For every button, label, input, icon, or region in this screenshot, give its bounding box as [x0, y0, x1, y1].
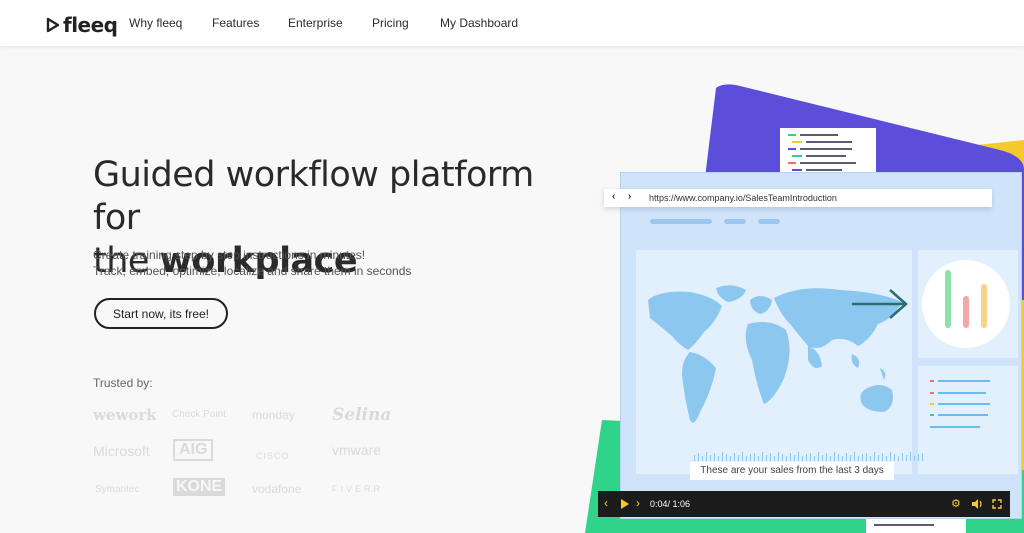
start-now-button[interactable]: Start now, its free! — [94, 298, 228, 329]
play-logo-icon — [46, 17, 60, 33]
settings-gear-icon[interactable]: ⚙ — [951, 497, 961, 510]
brand-logo-vodafone: vodafone — [252, 482, 302, 496]
bar-chart-icon — [945, 270, 951, 328]
nav-pricing[interactable]: Pricing — [372, 16, 409, 30]
trusted-by-label: Trusted by: — [93, 376, 153, 390]
previous-icon[interactable]: ‹ — [604, 496, 608, 510]
url-text: https://www.company.io/SalesTeamIntroduc… — [649, 193, 837, 203]
top-navbar: fleeq Why fleeq Features Enterprise Pric… — [0, 0, 1024, 46]
nav-features[interactable]: Features — [212, 16, 259, 30]
nav-why-fleeq[interactable]: Why fleeq — [129, 16, 182, 30]
browser-url-bar: ‹ › https://www.company.io/SalesTeamIntr… — [604, 189, 992, 207]
video-caption: These are your sales from the last 3 day… — [690, 462, 894, 480]
next-icon[interactable]: › — [636, 496, 640, 510]
nav-my-dashboard[interactable]: My Dashboard — [440, 16, 518, 30]
volume-icon[interactable] — [971, 498, 983, 510]
brand-logo-symantec: Symantec — [95, 484, 140, 495]
video-time: 0:04/ 1:06 — [650, 499, 691, 509]
subtitle-line1: Create training step by step instruction… — [93, 248, 366, 262]
brand-logo-vmware: vmware — [332, 442, 382, 458]
logo[interactable]: fleeq — [46, 13, 118, 37]
brand-logo-wework: wework — [93, 406, 157, 424]
fullscreen-icon[interactable] — [992, 499, 1002, 509]
brand-logo-cisco: CISCO — [256, 451, 290, 461]
subtitle-line2: Track, embed, optimize, localize and sha… — [93, 264, 412, 278]
hero-subtitle: Create training step by step instruction… — [93, 247, 411, 279]
brand-logo-monday: monday — [252, 408, 295, 422]
play-icon[interactable] — [620, 498, 630, 510]
nav-enterprise[interactable]: Enterprise — [288, 16, 343, 30]
back-arrow-icon: ‹ — [612, 191, 616, 202]
forward-arrow-icon: › — [628, 191, 632, 202]
brand-logo-fiverr: FIVERR — [332, 484, 384, 494]
brand-logo-aig: AIG — [173, 439, 214, 461]
brand-logo-checkpoint: Check Point — [172, 409, 226, 420]
logo-text: fleeq — [63, 13, 118, 37]
brand-logo-kone: KONE — [173, 478, 226, 496]
brand-logo-microsoft: Microsoft — [93, 443, 150, 459]
brand-logo-selina: Selina — [332, 405, 392, 425]
hero-title-line1: Guided workflow platform for — [93, 155, 534, 238]
video-player-bar: ‹ › 0:04/ 1:06 ⚙ — [598, 491, 1010, 517]
